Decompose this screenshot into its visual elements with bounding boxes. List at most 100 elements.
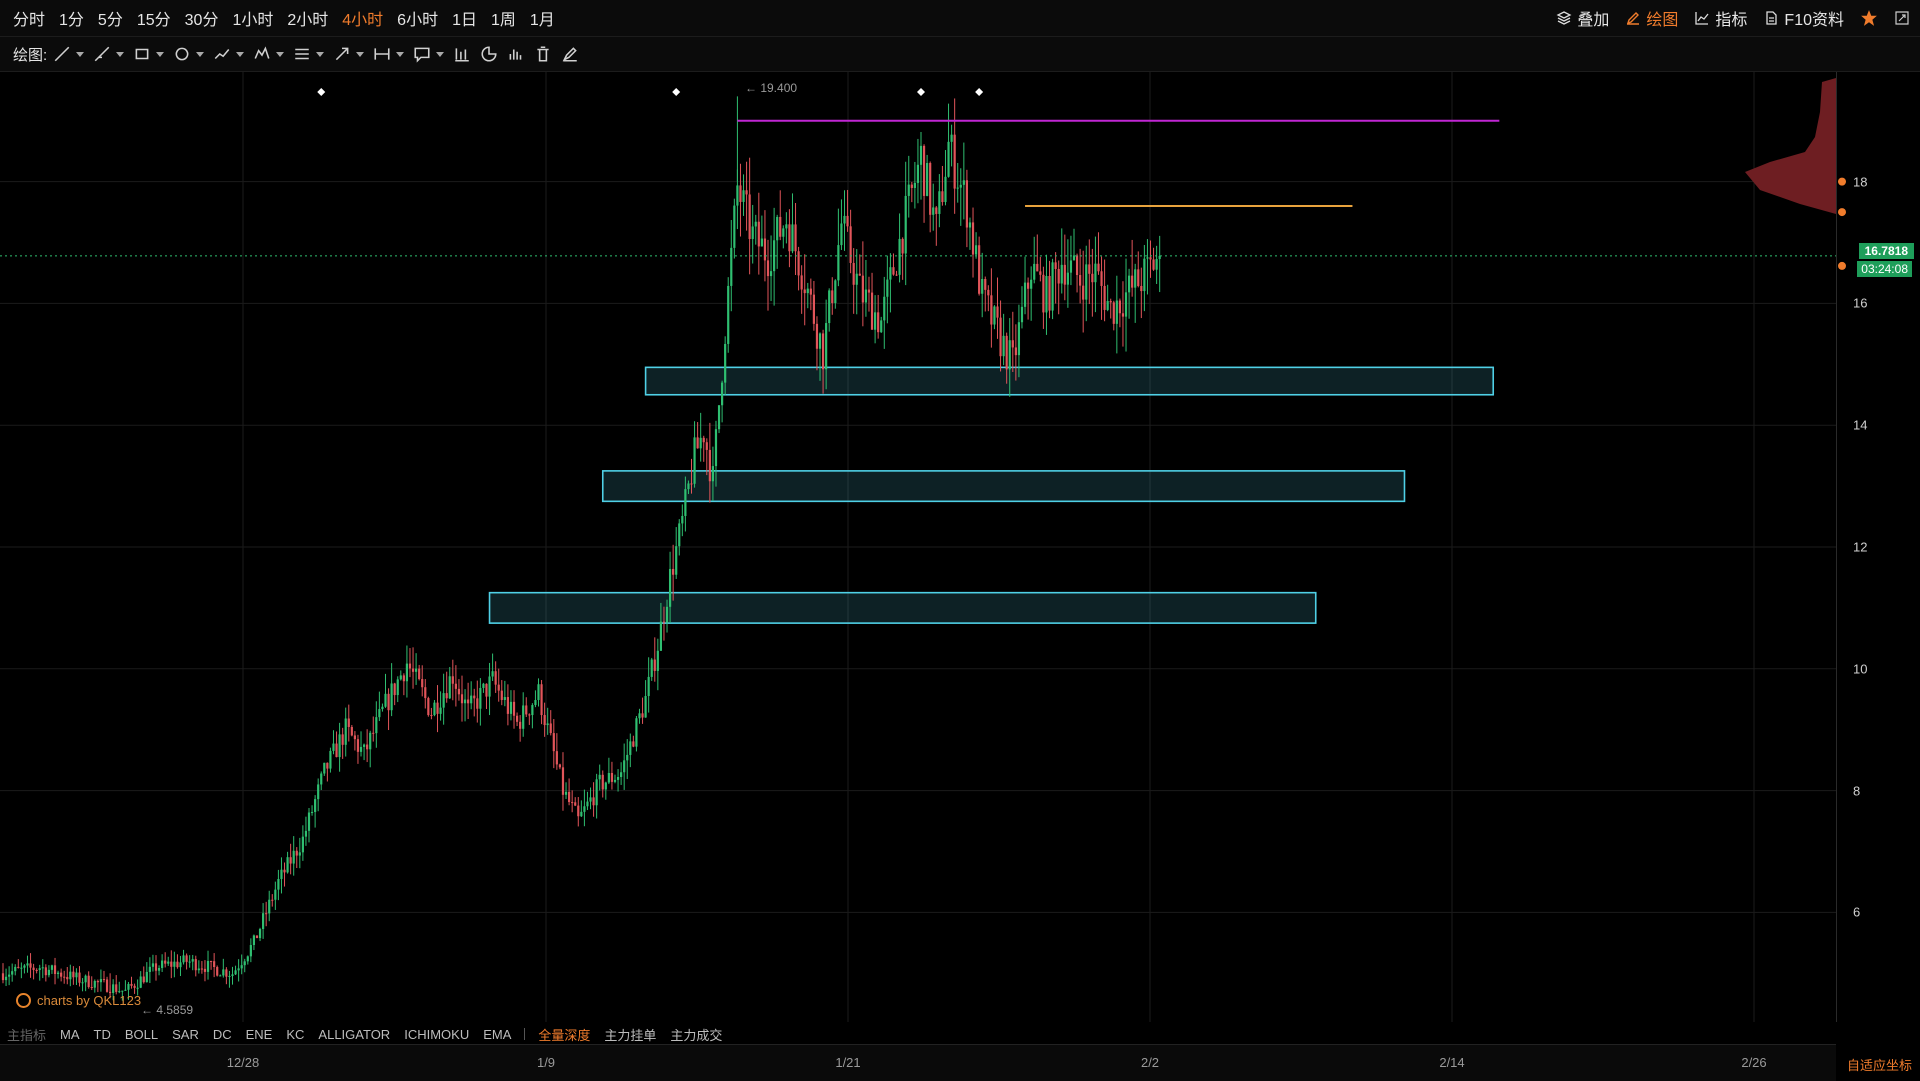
depth-tab[interactable]: 主力挂单 [597,1025,663,1044]
timeframe-tab[interactable]: 1周 [484,6,523,30]
candle-body [185,955,188,962]
candle-body [886,279,889,297]
dropdown-caret-icon[interactable] [316,51,325,57]
indicator-boll[interactable]: BOLL [118,1027,165,1042]
candle-body [678,523,681,547]
dropdown-caret-icon[interactable] [156,51,165,57]
bar-stats-icon [455,48,469,62]
candle-body [1045,275,1048,313]
candle-body [332,743,335,751]
candle-body [1048,275,1051,311]
indicator-alligator[interactable]: ALLIGATOR [311,1027,397,1042]
draw-tool-rectangle[interactable] [133,45,165,63]
candle-body [1112,302,1115,324]
timeframe-tab[interactable]: 1月 [523,6,562,30]
star-icon[interactable] [1860,9,1878,27]
draw-tool-arrow[interactable] [333,45,365,63]
fullscreen-icon[interactable] [1894,10,1910,26]
candle-body [721,382,724,406]
candle-body [182,955,185,963]
low-label: ← 4.5859 [141,1003,194,1017]
draw-tool-measure[interactable] [373,45,405,63]
candle-body [60,972,63,977]
candle-body [843,215,846,224]
candle-body [274,889,277,900]
candle-body [231,974,234,976]
timeframe-tab[interactable]: 15分 [130,6,178,30]
candle-body [699,437,702,449]
timeframe-tab[interactable]: 1日 [445,6,484,30]
draw-button[interactable]: 绘图 [1625,6,1678,30]
candle-body [326,762,329,769]
indicator-td[interactable]: TD [87,1027,118,1042]
indicator-sar[interactable]: SAR [165,1027,206,1042]
layers-icon [1556,11,1572,25]
candle-body [384,693,387,707]
draw-tool-ray[interactable] [93,45,125,63]
indicator-dc[interactable]: DC [206,1027,239,1042]
timeframe-tab[interactable]: 5分 [91,6,130,30]
candle-body [142,976,145,983]
candle-body [935,207,938,214]
indicator-kc[interactable]: KC [279,1027,311,1042]
indicator-ema[interactable]: EMA [476,1027,518,1042]
candle-body [724,343,727,383]
draw-tool-pattern[interactable] [253,45,285,63]
candle-body [216,967,219,976]
candlestick-chart[interactable] [0,72,1920,1022]
draw-tool-note[interactable] [413,45,445,63]
indicator-button[interactable]: 指标 [1694,6,1747,30]
dropdown-caret-icon[interactable] [196,51,205,57]
overlay-button[interactable]: 叠加 [1556,6,1609,30]
pen-icon [562,47,577,62]
draw-tool-channel[interactable] [293,45,325,63]
candle-body [898,238,901,275]
candle-body [1124,292,1128,317]
timeframe-tab[interactable]: 4小时 [335,6,390,30]
draw-tool-histogram[interactable] [507,45,525,63]
price-tick-label: 14 [1853,417,1868,433]
f10-button[interactable]: F10资料 [1763,6,1844,30]
dropdown-caret-icon[interactable] [436,51,445,57]
axis-dot-icon [1838,261,1846,270]
timeframe-tab[interactable]: 1分 [52,6,91,30]
draw-tool-delete[interactable] [534,45,552,63]
timeframe-tab[interactable]: 30分 [178,6,226,30]
draw-tool-fib[interactable] [213,45,245,63]
draw-tool-bar-stats[interactable] [453,45,471,63]
dropdown-caret-icon[interactable] [396,51,405,57]
candle-body [268,899,271,914]
draw-tool-trendline[interactable] [53,45,85,63]
draw-tool-pie[interactable] [480,45,498,63]
dropdown-caret-icon[interactable] [76,51,85,57]
candle-body [993,306,996,325]
candle-body [818,333,822,349]
candle-body [684,489,687,516]
high-label: ← 19.400 [745,81,798,95]
dropdown-caret-icon[interactable] [356,51,365,57]
depth-tab[interactable]: 全量深度 [531,1025,597,1044]
indicator-ichimoku[interactable]: ICHIMOKU [397,1027,476,1042]
depth-tab[interactable]: 主力成交 [663,1025,729,1044]
indicator-ma[interactable]: MA [53,1027,87,1042]
timeframe-tab[interactable]: 2小时 [280,6,335,30]
candle-body [4,976,8,981]
timeframe-tab[interactable]: 6小时 [390,6,445,30]
dropdown-caret-icon[interactable] [236,51,245,57]
dropdown-caret-icon[interactable] [276,51,285,57]
autoscale-button[interactable]: 自适应坐标 [1847,1055,1912,1074]
candle-body [133,985,136,988]
draw-tool-pen[interactable] [561,45,579,63]
candle-body [243,961,246,966]
timeframe-tab[interactable]: 分时 [6,6,52,30]
time-axis[interactable]: 12/28 1/9 1/21 2/2 2/14 2/26 [0,1044,1836,1081]
candle-body [1131,275,1134,288]
note-icon [414,47,430,63]
draw-tool-ellipse[interactable] [173,45,205,63]
measure-icon [374,48,390,60]
support-zones [488,366,1495,624]
indicator-ene[interactable]: ENE [239,1027,280,1042]
timeframe-tab[interactable]: 1小时 [225,6,280,30]
dropdown-caret-icon[interactable] [116,51,125,57]
candle-body [121,990,124,992]
